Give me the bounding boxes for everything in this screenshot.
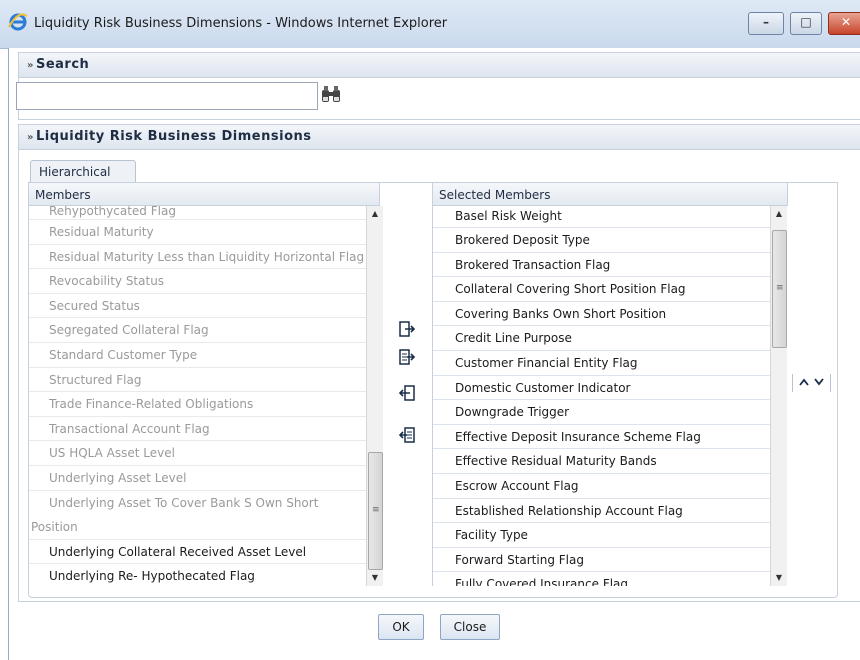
close-window-button[interactable]: ✕ — [828, 12, 860, 35]
member-item[interactable]: Underlying Re- Hypothecated Flag — [29, 564, 369, 586]
member-label: Revocability Status — [49, 274, 165, 289]
binoculars-icon[interactable] — [320, 84, 342, 104]
selected-member-item[interactable]: Brokered Transaction Flag — [433, 253, 771, 278]
scroll-down-icon[interactable]: ▼ — [367, 570, 383, 586]
member-item[interactable]: Underlying Collateral Received Asset Lev… — [29, 540, 369, 565]
close-button[interactable]: Close — [440, 614, 500, 640]
member-label: Segregated Collateral Flag — [49, 323, 209, 338]
selected-member-item[interactable]: Collateral Covering Short Position Flag — [433, 277, 771, 302]
members-list: Rehypothycated Flag Residual Maturity Resi… — [28, 206, 369, 586]
member-label: Residual Maturity — [49, 225, 154, 239]
move-all-right-icon[interactable] — [398, 348, 416, 366]
selected-members-list: Basel Risk Weight Brokered Deposit Type Br… — [432, 206, 771, 586]
selected-member-item[interactable]: Covering Banks Own Short Position — [433, 302, 771, 327]
member-label: Underlying Collateral Received Asset Lev… — [49, 544, 307, 559]
member-label: Rehypothycated Flag — [49, 206, 176, 218]
member-label-line2: Position — [31, 520, 78, 535]
scroll-down-icon[interactable]: ▼ — [771, 570, 787, 586]
dimensions-section-title: Liquidity Risk Business Dimensions — [35, 129, 312, 144]
collapse-icon: » — [27, 132, 34, 143]
member-label: Secured Status — [49, 298, 140, 313]
internet-explorer-icon — [8, 13, 28, 31]
dimensions-section-header[interactable]: » Liquidity Risk Business Dimensions — [19, 125, 860, 150]
close-icon: ✕ — [840, 15, 852, 29]
move-down-icon[interactable] — [814, 378, 824, 386]
members-scrollbar[interactable]: ▲ ≡ ▼ — [366, 206, 383, 586]
member-item[interactable]: Standard Customer Type — [29, 343, 369, 368]
scroll-up-icon[interactable]: ▲ — [367, 206, 383, 222]
member-item[interactable]: Underlying Asset To Cover Bank S Own Sho… — [29, 491, 369, 540]
selected-member-item[interactable]: Established Relationship Account Flag — [433, 499, 771, 524]
scroll-up-icon[interactable]: ▲ — [771, 206, 787, 222]
members-header: Members — [28, 182, 380, 206]
tab-hierarchical[interactable]: Hierarchical — [30, 160, 136, 183]
member-label: Transactional Account Flag — [49, 421, 210, 436]
selected-member-item[interactable]: Fully Covered Insurance Flag — [433, 572, 771, 586]
selected-member-item[interactable]: Escrow Account Flag — [433, 474, 771, 499]
member-item[interactable]: Residual Maturity — [29, 220, 369, 245]
member-item[interactable]: Residual Maturity Less than Liquidity Ho… — [29, 245, 369, 270]
minimize-icon: – — [763, 15, 769, 29]
selected-member-item[interactable]: Customer Financial Entity Flag — [433, 351, 771, 376]
member-label: Standard Customer Type — [49, 347, 198, 362]
member-label: Underlying Re- Hypothecated Flag — [49, 569, 255, 584]
search-input[interactable] — [16, 82, 318, 110]
member-item[interactable]: Structured Flag — [29, 368, 369, 393]
selected-member-item[interactable]: Effective Residual Maturity Bands — [433, 449, 771, 474]
reorder-controls — [792, 372, 832, 394]
member-label: US HQLA Asset Level — [49, 446, 175, 461]
member-item[interactable]: Rehypothycated Flag — [29, 206, 369, 220]
scroll-thumb[interactable]: ≡ — [772, 230, 787, 348]
move-right-icon[interactable] — [398, 320, 416, 338]
selected-member-item[interactable]: Brokered Deposit Type — [433, 228, 771, 253]
member-label: Structured Flag — [49, 372, 142, 387]
selected-member-item[interactable]: Facility Type — [433, 523, 771, 548]
collapse-icon: » — [27, 60, 34, 71]
member-item[interactable]: Trade Finance-Related Obligations — [29, 392, 369, 417]
minimize-button[interactable]: – — [748, 12, 784, 35]
selected-scrollbar[interactable]: ▲ ≡ ▼ — [770, 206, 787, 586]
member-item[interactable]: Transactional Account Flag — [29, 417, 369, 442]
member-label: Residual Maturity Less than Liquidity Ho… — [49, 249, 365, 264]
move-up-icon[interactable] — [799, 378, 809, 386]
selected-member-item[interactable]: Forward Starting Flag — [433, 548, 771, 573]
maximize-icon: □ — [800, 15, 812, 29]
member-label: Trade Finance-Related Obligations — [49, 397, 254, 412]
move-buttons — [384, 206, 430, 586]
ok-button[interactable]: OK — [378, 614, 424, 640]
selected-member-item[interactable]: Effective Deposit Insurance Scheme Flag — [433, 425, 771, 450]
move-all-left-icon[interactable] — [398, 426, 416, 444]
member-item[interactable]: Underlying Asset Level — [29, 466, 369, 491]
member-label: Underlying Asset Level — [49, 470, 187, 485]
selected-member-item[interactable]: Credit Line Purpose — [433, 326, 771, 351]
selected-member-item[interactable]: Basel Risk Weight — [433, 206, 771, 228]
scroll-thumb[interactable]: ≡ — [368, 452, 383, 570]
member-item[interactable]: Segregated Collateral Flag — [29, 318, 369, 343]
member-item[interactable]: US HQLA Asset Level — [29, 441, 369, 466]
selected-member-item[interactable]: Downgrade Trigger — [433, 400, 771, 425]
window-title-bar: Liquidity Risk Business Dimensions - Win… — [0, 0, 860, 49]
window-title: Liquidity Risk Business Dimensions - Win… — [34, 16, 448, 31]
selected-members-header: Selected Members — [432, 182, 788, 206]
search-section-header[interactable]: » Search — [19, 53, 860, 78]
maximize-button[interactable]: □ — [790, 12, 822, 35]
move-left-icon[interactable] — [398, 384, 416, 402]
member-item[interactable]: Revocability Status — [29, 269, 369, 294]
search-section-title: Search — [35, 57, 90, 72]
member-label: Underlying Asset To Cover Bank S Own Sho… — [49, 495, 319, 510]
selected-member-item[interactable]: Domestic Customer Indicator — [433, 376, 771, 401]
member-item[interactable]: Secured Status — [29, 294, 369, 319]
